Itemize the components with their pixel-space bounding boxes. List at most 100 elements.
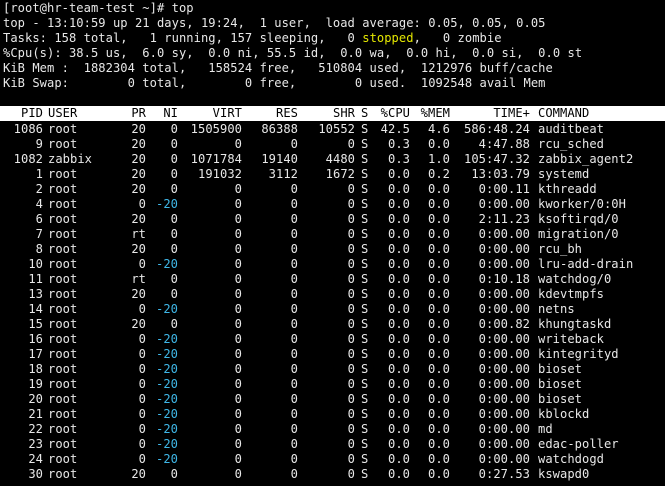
cell-state: S bbox=[361, 287, 369, 301]
cell-time: 0:00.00 bbox=[478, 287, 530, 301]
cell-mem: 0.0 bbox=[428, 272, 450, 286]
table-row: 30 root 20 0 0 0 0 S 0.0 0.0 0:27.53 kswapd0 bbox=[0, 467, 665, 482]
cell-user: root bbox=[48, 137, 78, 151]
cell-shr: 0 bbox=[347, 422, 355, 436]
cell-shr: 0 bbox=[347, 392, 355, 406]
cell-ni: -20 bbox=[156, 332, 178, 346]
cell-ni: -20 bbox=[156, 452, 178, 466]
cell-cpu: 0.0 bbox=[388, 332, 410, 346]
cell-time: 0:00.00 bbox=[478, 362, 530, 376]
terminal-window[interactable]: [root@hr-team-test ~]# top top - 13:10:5… bbox=[0, 0, 665, 486]
top-uptime-line: top - 13:10:59 up 21 days, 19:24, 1 user… bbox=[3, 16, 546, 30]
table-row: 17 root 0 -20 0 0 0 S 0.0 0.0 0:00.00 kintegrityd bbox=[0, 347, 665, 362]
cell-res: 0 bbox=[290, 317, 298, 331]
cell-state: S bbox=[361, 197, 369, 211]
cell-mem: 4.6 bbox=[428, 122, 450, 136]
cell-res: 0 bbox=[290, 452, 298, 466]
table-row: 11 root rt 0 0 0 0 S 0.0 0.0 0:10.18 watchdog/0 bbox=[0, 272, 665, 287]
table-row: 19 root 0 -20 0 0 0 S 0.0 0.0 0:00.00 bioset bbox=[0, 377, 665, 392]
cell-res: 0 bbox=[290, 137, 298, 151]
cell-user: root bbox=[48, 167, 78, 181]
cell-pid: 19 bbox=[28, 377, 43, 391]
cell-mem: 0.0 bbox=[428, 347, 450, 361]
cell-ni: -20 bbox=[156, 392, 178, 406]
cell-mem: 0.0 bbox=[428, 212, 450, 226]
cell-cpu: 0.0 bbox=[388, 272, 410, 286]
cell-state: S bbox=[361, 122, 369, 136]
cell-shr: 0 bbox=[347, 437, 355, 451]
cell-state: S bbox=[361, 332, 369, 346]
cell-time: 13:03.79 bbox=[471, 167, 530, 181]
cell-cpu: 0.0 bbox=[388, 212, 410, 226]
cell-virt: 0 bbox=[234, 362, 242, 376]
cell-shr: 0 bbox=[347, 377, 355, 391]
cell-mem: 0.0 bbox=[428, 377, 450, 391]
cell-user: root bbox=[48, 182, 78, 196]
cell-user: root bbox=[48, 407, 78, 421]
cell-pid: 6 bbox=[35, 212, 43, 226]
cell-pid: 23 bbox=[28, 437, 43, 451]
table-row: 20 root 0 -20 0 0 0 S 0.0 0.0 0:00.00 bioset bbox=[0, 392, 665, 407]
cell-pr: 0 bbox=[138, 302, 146, 316]
cell-state: S bbox=[361, 437, 369, 451]
cell-shr: 0 bbox=[347, 257, 355, 271]
cell-virt: 1505900 bbox=[190, 122, 242, 136]
cell-shr: 0 bbox=[347, 302, 355, 316]
cell-cpu: 0.0 bbox=[388, 197, 410, 211]
cell-command: ksoftirqd/0 bbox=[538, 212, 619, 226]
cell-pid: 7 bbox=[35, 227, 43, 241]
cell-virt: 0 bbox=[234, 407, 242, 421]
cell-virt: 0 bbox=[234, 437, 242, 451]
cell-command: bioset bbox=[538, 362, 582, 376]
cell-time: 105:47.32 bbox=[464, 152, 530, 166]
cell-command: lru-add-drain bbox=[538, 257, 634, 271]
cell-state: S bbox=[361, 212, 369, 226]
cell-cpu: 0.0 bbox=[388, 392, 410, 406]
column-header-pr: PR bbox=[131, 106, 146, 120]
cell-cpu: 0.0 bbox=[388, 452, 410, 466]
cell-state: S bbox=[361, 467, 369, 481]
cell-state: S bbox=[361, 422, 369, 436]
cell-time: 0:10.18 bbox=[478, 272, 530, 286]
cell-pid: 15 bbox=[28, 317, 43, 331]
cell-ni: 0 bbox=[170, 152, 178, 166]
cell-shr: 10552 bbox=[318, 122, 355, 136]
cell-mem: 0.0 bbox=[428, 422, 450, 436]
cell-pr: 0 bbox=[138, 422, 146, 436]
cell-command: kswapd0 bbox=[538, 467, 590, 481]
cell-user: root bbox=[48, 452, 78, 466]
cell-command: khungtaskd bbox=[538, 317, 612, 331]
cell-cpu: 0.3 bbox=[388, 137, 410, 151]
cell-state: S bbox=[361, 152, 369, 166]
cell-time: 0:00.00 bbox=[478, 302, 530, 316]
cell-ni: 0 bbox=[170, 212, 178, 226]
cell-shr: 0 bbox=[347, 287, 355, 301]
cell-user: root bbox=[48, 392, 78, 406]
cell-mem: 0.0 bbox=[428, 302, 450, 316]
cell-virt: 0 bbox=[234, 137, 242, 151]
cell-res: 0 bbox=[290, 302, 298, 316]
cell-pr: 0 bbox=[138, 392, 146, 406]
cell-command: kblockd bbox=[538, 407, 590, 421]
cell-user: root bbox=[48, 437, 78, 451]
cell-pid: 1086 bbox=[13, 122, 43, 136]
cell-user: root bbox=[48, 227, 78, 241]
cell-user: root bbox=[48, 272, 78, 286]
cell-command: edac-poller bbox=[538, 437, 619, 451]
cell-time: 2:11.23 bbox=[478, 212, 530, 226]
column-header-mem: %MEM bbox=[420, 106, 450, 120]
cell-shr: 1672 bbox=[325, 167, 355, 181]
cell-ni: -20 bbox=[156, 257, 178, 271]
tasks-zombie-text: , 0 zombie bbox=[413, 31, 502, 45]
cell-res: 0 bbox=[290, 362, 298, 376]
cell-cpu: 0.0 bbox=[388, 257, 410, 271]
cell-cpu: 0.0 bbox=[388, 287, 410, 301]
cell-pr: 20 bbox=[131, 317, 146, 331]
cell-user: root bbox=[48, 422, 78, 436]
cell-cpu: 0.0 bbox=[388, 377, 410, 391]
cell-time: 0:00.00 bbox=[478, 437, 530, 451]
process-table-header: PID USER PR NI VIRT RES SHR S %CPU %MEM … bbox=[0, 106, 665, 121]
cell-virt: 0 bbox=[234, 197, 242, 211]
cell-pr: 0 bbox=[138, 197, 146, 211]
cell-mem: 0.0 bbox=[428, 467, 450, 481]
